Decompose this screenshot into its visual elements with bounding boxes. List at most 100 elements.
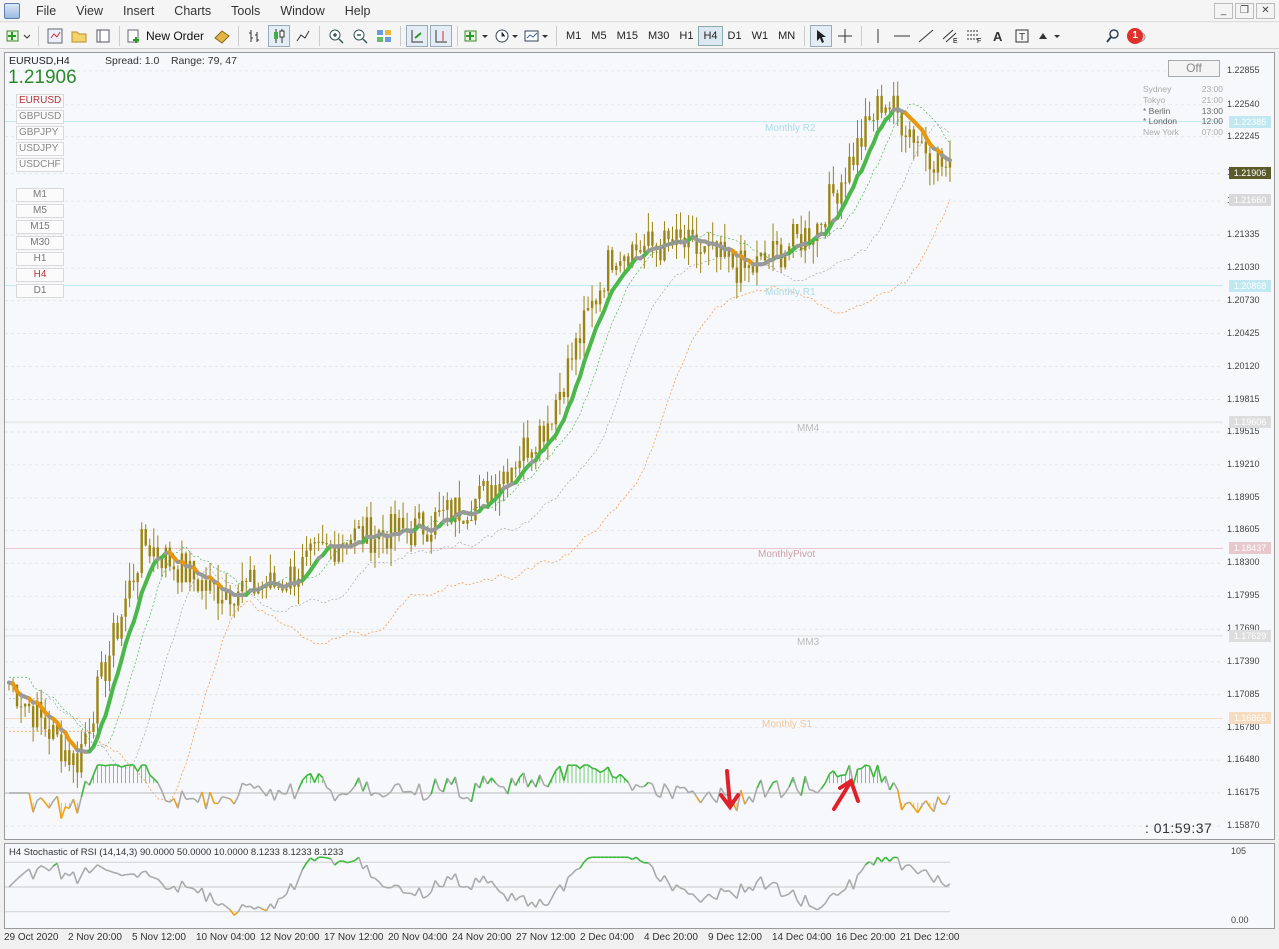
range-label: Range: 79, 47 xyxy=(170,55,237,67)
stochastic-segment xyxy=(281,893,287,899)
stochastic-segment xyxy=(812,906,818,911)
vertical-line-button[interactable] xyxy=(867,25,889,47)
tf-button-h1[interactable]: H1 xyxy=(674,26,698,46)
cursor-button[interactable] xyxy=(810,24,833,47)
stochastic-segment xyxy=(676,884,682,889)
oscillator-segment xyxy=(418,783,424,801)
candlestick-button[interactable] xyxy=(268,24,291,47)
tf-panel-h4[interactable]: H4 xyxy=(16,268,64,282)
oscillator-segment xyxy=(623,777,629,783)
stochastic-segment xyxy=(105,869,110,872)
oscillator-segment xyxy=(872,764,879,778)
stochastic-segment xyxy=(635,856,641,862)
symbol-button-gbpjpy[interactable]: GBPJPY xyxy=(16,126,64,140)
sessions-off-button[interactable]: Off xyxy=(1168,60,1220,77)
zoom-in-button[interactable] xyxy=(325,25,347,47)
tf-button-m1[interactable]: M1 xyxy=(561,26,586,46)
oscillator-segment xyxy=(289,783,296,800)
periods-button[interactable] xyxy=(493,25,521,47)
minimize-button[interactable]: _ xyxy=(1214,3,1233,19)
tf-panel-m1[interactable]: M1 xyxy=(16,188,64,202)
oscillator-segment xyxy=(691,790,698,798)
tf-button-w1[interactable]: W1 xyxy=(747,26,774,46)
stochastic-segment xyxy=(631,856,637,861)
horizontal-line-button[interactable] xyxy=(891,25,913,47)
menu-view[interactable]: View xyxy=(66,1,113,21)
candle-body xyxy=(220,599,224,604)
candle-body xyxy=(546,423,550,442)
candle-body xyxy=(570,358,574,360)
auto-scroll-button[interactable] xyxy=(406,24,429,47)
auto-scroll-icon xyxy=(411,29,424,42)
symbol-button-gbpusd[interactable]: GBPUSD xyxy=(16,110,64,124)
tf-panel-m30[interactable]: M30 xyxy=(16,236,64,250)
candle-body xyxy=(313,542,316,544)
stochastic-segment xyxy=(913,868,919,875)
tf-button-m5[interactable]: M5 xyxy=(586,26,611,46)
symbol-button-usdchf[interactable]: USDCHF xyxy=(16,158,64,172)
bar-chart-button[interactable] xyxy=(244,25,266,47)
trendline-button[interactable] xyxy=(915,25,937,47)
oscillator-segment xyxy=(44,802,50,809)
stochastic-segment xyxy=(671,884,678,892)
up-arrow-annotation xyxy=(832,777,860,811)
notifications-button[interactable]: 1 xyxy=(1126,25,1152,47)
chart-shift-button[interactable] xyxy=(430,24,453,47)
oscillator-segment xyxy=(688,790,693,794)
tf-button-h4[interactable]: H4 xyxy=(698,25,723,46)
tf-panel-m15[interactable]: M15 xyxy=(16,220,64,234)
templates-button[interactable] xyxy=(523,25,551,47)
candle-body xyxy=(48,729,51,739)
symbol-button-usdjpy[interactable]: USDJPY xyxy=(16,142,64,156)
navigator-button[interactable] xyxy=(92,25,114,47)
menu-window[interactable]: Window xyxy=(270,1,334,21)
symbol-button-eurusd[interactable]: EURUSD xyxy=(16,94,64,108)
text-button[interactable]: A xyxy=(987,25,1009,47)
stochastic-segment xyxy=(587,856,593,859)
tile-windows-button[interactable] xyxy=(373,25,395,47)
session-time: 12:00 xyxy=(1201,116,1223,127)
candle-body xyxy=(916,141,920,143)
new-chart-button[interactable] xyxy=(5,25,33,47)
search-button[interactable] xyxy=(1102,25,1124,47)
oscillator-segment xyxy=(257,785,263,792)
candle-body xyxy=(928,153,932,170)
session-name: Sydney xyxy=(1143,84,1172,94)
chart-shift-icon xyxy=(435,29,448,42)
tf-button-m30[interactable]: M30 xyxy=(643,26,674,46)
oscillator-segment xyxy=(748,796,754,803)
menu-insert[interactable]: Insert xyxy=(113,1,164,21)
crosshair-button[interactable] xyxy=(834,25,856,47)
restore-button[interactable]: ❐ xyxy=(1235,3,1254,19)
stochastic-segment xyxy=(237,904,243,913)
data-window-button[interactable] xyxy=(68,25,90,47)
tf-panel-h1[interactable]: H1 xyxy=(16,252,64,266)
market-watch-button[interactable] xyxy=(44,25,66,47)
autotrading-button[interactable] xyxy=(211,25,233,47)
indicators-button[interactable] xyxy=(463,25,491,47)
stochastic-segment xyxy=(8,882,14,888)
time-axis-label: 24 Nov 20:00 xyxy=(452,932,512,943)
close-button[interactable]: ✕ xyxy=(1256,3,1275,19)
oscillator-segment xyxy=(506,777,513,795)
candle-body xyxy=(751,265,755,273)
line-chart-button[interactable] xyxy=(292,25,314,47)
menu-charts[interactable]: Charts xyxy=(164,1,221,21)
equidistant-channel-button[interactable]: E xyxy=(939,25,961,47)
arrows-button[interactable] xyxy=(1035,25,1063,47)
menu-file[interactable]: File xyxy=(26,1,66,21)
menu-help[interactable]: Help xyxy=(335,1,381,21)
new-order-button[interactable]: New Order xyxy=(125,25,209,47)
tf-button-d1[interactable]: D1 xyxy=(723,26,747,46)
stochastic-rsi-window[interactable]: H4 Stochastic of RSI (14,14,3) 90.0000 5… xyxy=(4,843,1275,929)
fibonacci-button[interactable]: F xyxy=(963,25,985,47)
tf-button-mn[interactable]: MN xyxy=(773,26,800,46)
menu-tools[interactable]: Tools xyxy=(221,1,270,21)
tf-panel-d1[interactable]: D1 xyxy=(16,284,64,298)
tf-panel-m5[interactable]: M5 xyxy=(16,204,64,218)
candle-body xyxy=(860,138,863,147)
main-chart[interactable]: EURUSD,H4 1.21906 Spread: 1.0 Range: 79,… xyxy=(4,52,1275,840)
zoom-out-button[interactable] xyxy=(349,25,371,47)
tf-button-m15[interactable]: M15 xyxy=(612,26,643,46)
text-label-button[interactable]: T xyxy=(1011,25,1033,47)
